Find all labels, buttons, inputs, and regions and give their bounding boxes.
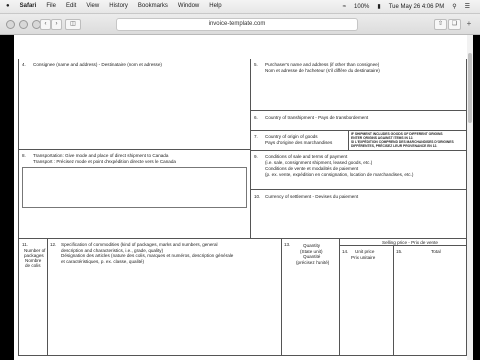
commodities-box[interactable]: 12. Specification of commodities (kind o… — [47, 238, 282, 356]
close-window-button[interactable] — [6, 20, 15, 29]
forward-button[interactable]: › — [51, 19, 62, 30]
sec14-num: 14. — [342, 249, 349, 254]
invoice-document: 4. Consignee (name and address) - Destin… — [14, 35, 473, 360]
sec9-num: 9. — [254, 154, 258, 159]
sec15-label: Total — [431, 249, 441, 254]
screen: ● Safari File Edit View History Bookmark… — [0, 0, 480, 360]
sec14-label-2: Prix unitaire — [351, 254, 376, 260]
sec10-label: Currency of settlement - Devises du paie… — [265, 194, 359, 199]
wifi-icon[interactable]: ≈ — [343, 4, 346, 10]
sec6-num: 6. — [254, 115, 258, 120]
share-button[interactable]: ⇧ — [434, 19, 447, 30]
menu-file[interactable]: File — [46, 3, 56, 9]
sec11-label-4: de colis — [25, 263, 41, 268]
menubar-app-name[interactable]: Safari — [20, 3, 37, 9]
sec12-num: 12. — [50, 242, 57, 247]
menubar-left: ● Safari File Edit View History Bookmark… — [6, 3, 222, 9]
sec6-label: Country of transhipment - Pays de transb… — [265, 115, 369, 120]
right-background — [473, 35, 480, 360]
packages-box[interactable]: 11. Number of packages Nombre de colis — [18, 238, 48, 356]
consignee-box[interactable]: 4. Consignee (name and address) - Destin… — [18, 59, 251, 150]
sec12-label-4: et caractéristiques, p. ex. classe, qual… — [61, 258, 144, 264]
page-scrollbar[interactable] — [467, 35, 473, 360]
sec13-num: 13. — [284, 242, 291, 247]
battery-percent: 100% — [354, 3, 370, 10]
browser-toolbar: ‹ › ◫ invoice-template.com ⇧ ❏ + — [0, 14, 480, 35]
transhipment-box[interactable]: 6. Country of transhipment - Pays de tra… — [251, 110, 467, 131]
mac-menubar: ● Safari File Edit View History Bookmark… — [0, 0, 480, 14]
search-icon[interactable]: ⚲ — [452, 3, 456, 10]
conditions-box[interactable]: 9. Conditions of sale and terms of payme… — [251, 150, 467, 190]
clock[interactable]: Tue May 26 4:06 PM — [389, 4, 444, 10]
sec5-num: 5. — [254, 62, 258, 67]
new-tab-button[interactable]: + — [464, 19, 474, 28]
sec10-num: 10. — [254, 194, 261, 199]
left-background — [0, 35, 14, 360]
menu-window[interactable]: Window — [178, 3, 199, 9]
scrollbar-thumb[interactable] — [468, 53, 472, 123]
transportation-box: 8. Transportation: Give mode and place o… — [18, 149, 251, 239]
note-line-4: DIFFÉRENTES, PRÉCISEZ LEUR PROVENANCE EN… — [351, 144, 438, 148]
sec8-num: 8. — [22, 153, 26, 158]
menu-help[interactable]: Help — [209, 3, 221, 9]
menu-view[interactable]: View — [86, 3, 99, 9]
sidebar-button[interactable]: ◫ — [65, 19, 81, 30]
transportation-input[interactable] — [22, 167, 247, 208]
sec8-label-fr: Transport : Précisez mode et point d'exp… — [33, 159, 176, 164]
sec15-num: 15. — [396, 249, 403, 254]
unit-price-box[interactable]: 14. Unit price Prix unitaire — [339, 245, 394, 356]
origin-box[interactable]: 7. Country of origin of goods Pays d'ori… — [251, 130, 349, 151]
tabs-button[interactable]: ❏ — [448, 19, 461, 30]
sec11-num: 11. — [22, 242, 29, 247]
menubar-right: ≈ 100% ▮ Tue May 26 4:06 PM ⚲ ☰ — [343, 3, 470, 11]
apple-icon[interactable]: ● — [6, 3, 10, 9]
window-controls — [6, 20, 41, 29]
sec9-label-fr: Conditions de vente et modalités de paie… — [265, 166, 359, 171]
battery-icon[interactable]: ▮ — [377, 3, 380, 10]
sec13-label-4: (précisez l'unité) — [296, 259, 330, 265]
quantity-box[interactable]: 13. Quantity (State unit) Quantité (préc… — [281, 238, 340, 356]
sec4-label: Consignee (name and address) - Destinata… — [33, 62, 162, 67]
purchaser-box[interactable]: 5. Purchaser's name and address (if othe… — [251, 59, 467, 111]
sec9-label-en: Conditions of sale and terms of payment — [265, 154, 348, 159]
minimize-window-button[interactable] — [19, 20, 28, 29]
sec7-label-en: Country of origin of goods — [265, 134, 318, 139]
back-button[interactable]: ‹ — [40, 19, 51, 30]
menu-edit[interactable]: Edit — [66, 3, 76, 9]
address-bar-url: invoice-template.com — [208, 21, 266, 27]
sec4-num: 4. — [22, 62, 26, 67]
total-box[interactable]: 15. Total — [393, 245, 467, 356]
sec7-num: 7. — [254, 134, 258, 139]
currency-box[interactable]: 10. Currency of settlement - Devises du … — [251, 189, 467, 239]
sec8-label-en: Transportation: Give mode and place of d… — [33, 153, 169, 158]
sec5-label-en: Purchaser's name and address (if other t… — [265, 62, 380, 67]
menu-history[interactable]: History — [109, 3, 128, 9]
sec5-label-fr: Nom et adresse de l'acheteur (s'il diffè… — [265, 68, 380, 73]
sec9-label-en-2: (i.e. sale, consignment shipment, leased… — [265, 160, 373, 165]
address-bar[interactable]: invoice-template.com — [116, 18, 358, 31]
list-icon[interactable]: ☰ — [465, 3, 470, 10]
sec9-label-fr-2: (p. ex. vente, expédition en consignatio… — [265, 172, 414, 177]
menu-bookmarks[interactable]: Bookmarks — [138, 3, 168, 9]
sec7-label-fr: Pays d'origine des marchandises — [265, 140, 333, 145]
origin-note: IF SHIPMENT INCLUDES GOODS OF DIFFERENT … — [348, 130, 467, 151]
